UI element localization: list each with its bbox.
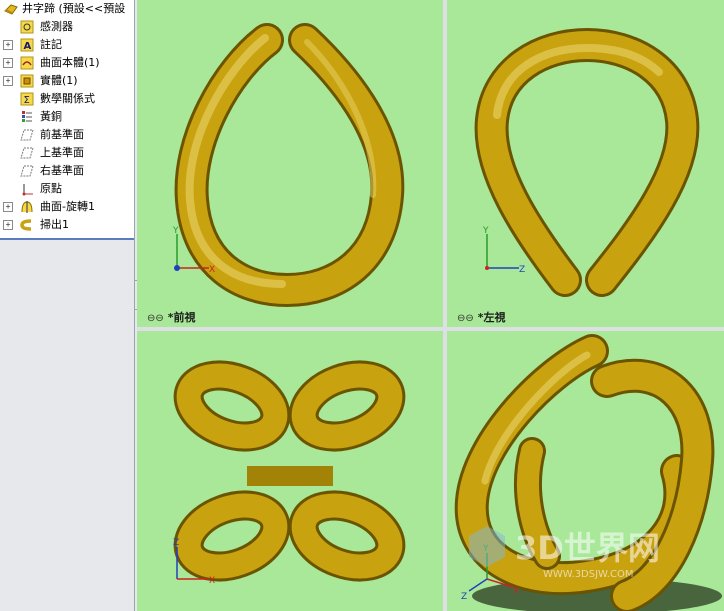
axis-z-label: Z — [173, 538, 179, 548]
model-left-view[interactable] — [474, 27, 700, 297]
feature-manager-tree: 井字蹄 (預設<<預設 感測器 + A 註記 + 曲面本體(1) + 實體(1) Σ 數學關係式黃… — [0, 0, 135, 611]
expand-icon[interactable]: + — [3, 76, 13, 86]
link-view-icon: ⊖⊖ — [457, 313, 474, 324]
solid-bodies-icon — [20, 74, 34, 88]
surface-bodies-icon — [20, 56, 34, 70]
revolve-surface-icon — [20, 200, 34, 214]
model-top-view[interactable] — [173, 360, 406, 582]
tree-item-label: 數學關係式 — [40, 92, 95, 105]
tree-item[interactable]: + A 註記 — [0, 36, 134, 54]
tree-item-label: 感測器 — [40, 20, 73, 33]
expand-icon[interactable]: + — [3, 220, 13, 230]
view-label-left: ⊖⊖ *左視 — [457, 311, 506, 324]
plane-icon — [20, 146, 34, 160]
tree-item-label: 實體(1) — [40, 74, 78, 87]
axis-x-label: X — [209, 265, 215, 275]
tree-empty-area — [0, 238, 134, 611]
axis-y-label: Y — [482, 226, 489, 236]
viewport-left[interactable]: Y Z ⊖⊖ *左視 — [447, 0, 724, 327]
axis-z-label: Z — [519, 265, 525, 275]
tree-item-label: 註記 — [40, 38, 62, 51]
sensor-icon — [20, 20, 34, 34]
model-front-view[interactable] — [174, 23, 405, 308]
tree-item-label: 上基準面 — [40, 146, 84, 159]
tree-item[interactable]: + 曲面-旋轉1 — [0, 198, 134, 216]
origin-icon — [20, 182, 34, 196]
tree-item[interactable]: 感測器 — [0, 18, 134, 36]
axis-y-label: Y — [172, 226, 179, 236]
tree-item-label: 曲面-旋轉1 — [40, 200, 95, 213]
viewport-isometric[interactable]: Y Z X 3D世界网 WWW.3DSJW.COM — [447, 331, 724, 611]
annotation-icon: A — [20, 38, 34, 52]
tree-item[interactable]: 前基準面 — [0, 126, 134, 144]
tree-item[interactable]: + 實體(1) — [0, 72, 134, 90]
expand-icon[interactable]: + — [3, 202, 13, 212]
link-view-icon: ⊖⊖ — [147, 313, 164, 324]
tree-item[interactable]: + 曲面本體(1) — [0, 54, 134, 72]
viewport-splitter-vertical[interactable] — [443, 0, 447, 611]
tree-item[interactable]: 黃銅 — [0, 108, 134, 126]
viewport-splitter-horizontal[interactable] — [137, 327, 724, 331]
material-icon — [20, 110, 34, 124]
expand-icon[interactable]: + — [3, 40, 13, 50]
tree-item[interactable]: 原點 — [0, 180, 134, 198]
tree-item[interactable]: Σ 數學關係式 — [0, 90, 134, 108]
tree-item-label: 原點 — [40, 182, 62, 195]
tree-item-label: 曲面本體(1) — [40, 56, 100, 69]
tree-item[interactable]: + 掃出1 — [0, 216, 134, 234]
expand-icon[interactable]: + — [3, 58, 13, 68]
viewport-front[interactable]: Y X ⊖⊖ *前視 — [137, 0, 443, 327]
tree-item[interactable]: 右基準面 — [0, 162, 134, 180]
part-icon — [3, 2, 18, 16]
plane-icon — [20, 164, 34, 178]
equations-icon: Σ — [20, 92, 34, 106]
sweep-icon — [20, 218, 34, 232]
tree-item-label: 前基準面 — [40, 128, 84, 141]
view-label-front: ⊖⊖ *前視 — [147, 311, 196, 324]
tree-root-label: 井字蹄 (預設<<預設 — [22, 2, 126, 15]
axis-x-label: X — [209, 576, 215, 586]
axis-x-label: X — [513, 586, 519, 596]
tree-item-label: 黃銅 — [40, 110, 62, 123]
tree-item-label: 掃出1 — [40, 218, 69, 231]
svg-text:Σ: Σ — [24, 95, 30, 106]
plane-icon — [20, 128, 34, 142]
tree-root[interactable]: 井字蹄 (預設<<預設 — [0, 0, 134, 18]
watermark-url: WWW.3DSJW.COM — [543, 569, 633, 580]
viewport-top[interactable]: Z X — [137, 331, 443, 611]
tree-item[interactable]: 上基準面 — [0, 144, 134, 162]
svg-text:A: A — [24, 41, 32, 52]
watermark-text: 3D世界网 — [515, 529, 660, 567]
tree-item-label: 右基準面 — [40, 164, 84, 177]
axis-z-label: Z — [461, 592, 467, 602]
